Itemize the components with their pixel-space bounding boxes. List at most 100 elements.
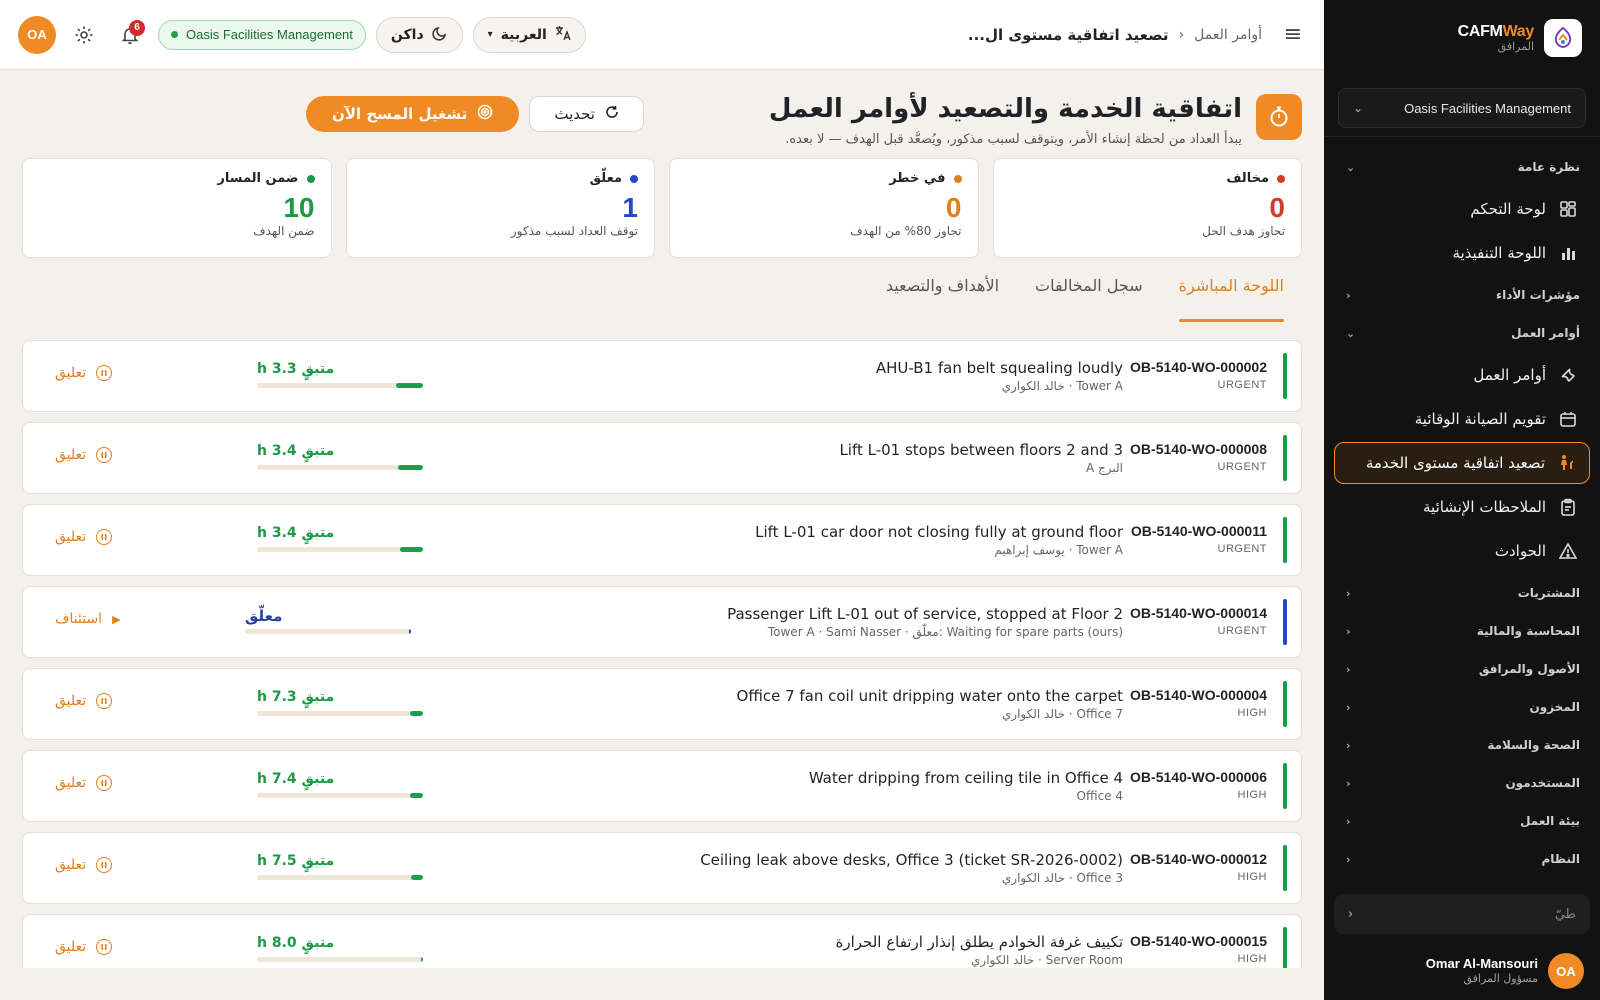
work-order-id[interactable]: OB-5140-WO-000012 (1130, 851, 1267, 867)
theme-toggle[interactable]: داكن (375, 16, 463, 53)
table-row[interactable]: OB-5140-WO-000011 URGENT Lift L-01 car doo… (22, 504, 1302, 576)
sidebar-item-executive[interactable]: اللوحة التنفيذية (1334, 232, 1590, 274)
sla-progress-fill (409, 793, 423, 798)
table-row[interactable]: OB-5140-WO-000008 URGENT Lift L-01 stops b… (22, 422, 1302, 494)
priority-label: URGENT (1217, 625, 1267, 637)
chevron-left-icon: ‹ (1348, 906, 1354, 922)
tab-breach-log[interactable]: سجل المخالفات (1035, 276, 1143, 318)
run-scan-button[interactable]: تشغيل المسح الآن (306, 96, 520, 132)
work-order-id[interactable]: OB-5140-WO-000004 (1130, 687, 1267, 703)
work-order-id[interactable]: OB-5140-WO-000011 (1131, 523, 1267, 539)
nav-section-hse[interactable]: الصحة والسلامة ‹ (1324, 726, 1600, 764)
avatar[interactable]: OA (18, 15, 56, 54)
work-order-id[interactable]: OB-5140-WO-000008 (1130, 441, 1267, 457)
pause-button[interactable]: تعليق (55, 775, 113, 791)
sidebar-item-sla[interactable]: تصعيد اتفاقية مستوى الخدمة (1334, 442, 1590, 484)
stat-card-at-risk[interactable]: في خطر 0 تجاوز 80% من الهدف (669, 158, 979, 258)
work-order-meta: Office 4 (1076, 789, 1123, 803)
language-select[interactable]: العربية ▾ (472, 16, 586, 53)
nav-section-system[interactable]: النظام ‹ (1324, 840, 1600, 878)
refresh-button[interactable]: تحديث (529, 96, 644, 132)
work-order-list: OB-5140-WO-000002 URGENT AHU-B1 fan belt s… (22, 340, 1302, 968)
work-order-title[interactable]: Lift L-01 car door not closing fully at … (755, 523, 1123, 541)
work-order-title[interactable]: تكييف غرفة الخوادم يطلق إنذار ارتفاع الح… (835, 933, 1123, 951)
org-select[interactable]: Oasis Facilities Management ⌄ (1338, 88, 1586, 128)
work-order-title[interactable]: AHU-B1 fan belt squealing loudly (876, 359, 1123, 377)
work-order-title[interactable]: Ceiling leak above desks, Office 3 (tick… (700, 851, 1123, 869)
work-order-title[interactable]: Water dripping from ceiling tile in Offi… (809, 769, 1123, 787)
pause-button[interactable]: تعليق (55, 693, 113, 709)
nav-section-workspace[interactable]: بيئة العمل ‹ (1324, 802, 1600, 840)
action-label: تعليق (55, 693, 87, 709)
nav-section-procurement[interactable]: المشتريات ‹ (1324, 574, 1600, 612)
priority-label: HIGH (1237, 789, 1267, 801)
status-bar (1283, 763, 1287, 809)
tab-live-board[interactable]: اللوحة المباشرة (1178, 276, 1285, 322)
sidebar: CAFMWay المرافق Oasis Facilities Managem… (1324, 0, 1600, 1000)
table-row[interactable]: OB-5140-WO-000014 URGENT Passenger Lift L-… (22, 586, 1302, 658)
work-order-id[interactable]: OB-5140-WO-000002 (1130, 359, 1267, 375)
breadcrumb-parent[interactable]: أوامر العمل (1194, 27, 1262, 43)
stat-card-breached[interactable]: مخالف 0 تجاوز هدف الحل (992, 158, 1302, 258)
work-order-title[interactable]: Office 7 fan coil unit dripping water on… (737, 687, 1123, 705)
sla-progress-bar (257, 875, 423, 880)
pause-button[interactable]: تعليق (55, 939, 113, 955)
brand[interactable]: CAFMWay المرافق (1342, 16, 1582, 60)
sidebar-item-incidents[interactable]: الحوادث (1334, 530, 1590, 572)
table-row[interactable]: OB-5140-WO-000015 HIGH تكييف غرفة الخوادم … (22, 914, 1302, 968)
stat-value: 1 (622, 192, 638, 223)
sidebar-collapse-button[interactable]: طيّ ‹ (1334, 894, 1590, 934)
sidebar-nav: نظرة عامة ⌄ لوحة التحكم اللوحة التنفيذية … (1324, 148, 1600, 888)
org-status-pill[interactable]: Oasis Facilities Management (158, 19, 366, 50)
time-remaining: متبقٍ 7.5 h (257, 853, 335, 869)
settings-button[interactable] (66, 17, 102, 53)
table-row[interactable]: OB-5140-WO-000012 HIGH Ceiling leak above … (22, 832, 1302, 904)
work-order-id[interactable]: OB-5140-WO-000014 (1130, 605, 1267, 621)
pause-button[interactable]: تعليق (55, 365, 113, 381)
nav-section-users[interactable]: المستخدمون ‹ (1324, 764, 1600, 802)
sidebar-item-dashboard[interactable]: لوحة التحكم (1334, 188, 1590, 230)
table-row[interactable]: OB-5140-WO-000002 URGENT AHU-B1 fan belt s… (22, 340, 1302, 412)
notifications-button[interactable]: 6 (112, 17, 148, 53)
pause-button[interactable]: تعليق (55, 447, 113, 463)
work-order-title[interactable]: Passenger Lift L-01 out of service, stop… (727, 605, 1123, 623)
chevron-left-icon: ‹ (1346, 852, 1351, 866)
stat-card-paused[interactable]: معلّق 1 توقف العداد لسبب مذكور (345, 158, 655, 258)
grid-icon (1558, 199, 1578, 219)
resume-button[interactable]: ▶ استئناف (55, 611, 121, 627)
sla-progress-bar (257, 383, 423, 388)
pause-button[interactable]: تعليق (55, 857, 113, 873)
nav-section-assets[interactable]: الأصول والمرافق ‹ (1324, 650, 1600, 688)
stat-card-on-track[interactable]: ضمن المسار 10 ضمن الهدف (22, 158, 332, 258)
priority-label: URGENT (1217, 461, 1267, 473)
nav-section-work-orders[interactable]: أوامر العمل ⌄ (1324, 314, 1600, 352)
work-order-id[interactable]: OB-5140-WO-000006 (1130, 769, 1267, 785)
sla-progress-bar (257, 957, 423, 962)
status-bar (1283, 927, 1287, 968)
brand-name: CAFMWay (1457, 23, 1535, 41)
status-dot-icon (171, 31, 178, 38)
action-label: تعليق (55, 447, 87, 463)
sidebar-item-pm-calendar[interactable]: تقويم الصيانة الوقائية (1334, 398, 1590, 440)
tab-targets-escalation[interactable]: الأهداف والتصعيد (886, 276, 999, 318)
page-title: اتفاقية الخدمة والتصعيد لأوامر العمل (768, 94, 1242, 124)
user-profile[interactable]: OA Omar Al-Mansouri مسؤول المرافق (1340, 952, 1584, 990)
chevron-down-icon: ⌄ (1346, 326, 1356, 340)
menu-icon[interactable]: ≡ (1280, 22, 1306, 47)
nav-section-inventory[interactable]: المخزون ‹ (1324, 688, 1600, 726)
pause-button[interactable]: تعليق (55, 529, 113, 545)
topbar: ≡ أوامر العمل ‹ تصعيد اتفاقية مستوى ال..… (0, 0, 1324, 70)
nav-section-kpis[interactable]: مؤشرات الأداء ‹ (1324, 276, 1600, 314)
table-row[interactable]: OB-5140-WO-000004 HIGH Office 7 fan coil u… (22, 668, 1302, 740)
status-dot-icon (1277, 174, 1285, 183)
sidebar-item-snags[interactable]: الملاحظات الإنشائية (1334, 486, 1590, 528)
table-row[interactable]: OB-5140-WO-000006 HIGH Water dripping from… (22, 750, 1302, 822)
status-dot-icon (953, 174, 962, 183)
nav-section-overview[interactable]: نظرة عامة ⌄ (1324, 148, 1600, 186)
work-order-id[interactable]: OB-5140-WO-000015 (1130, 933, 1267, 949)
nav-section-finance[interactable]: المحاسبة والمالية ‹ (1324, 612, 1600, 650)
work-order-title[interactable]: Lift L-01 stops between floors 2 and 3 (839, 441, 1123, 459)
stopwatch-icon (1256, 94, 1302, 140)
sidebar-item-work-orders[interactable]: أوامر العمل (1334, 354, 1590, 396)
translate-icon (555, 25, 571, 45)
